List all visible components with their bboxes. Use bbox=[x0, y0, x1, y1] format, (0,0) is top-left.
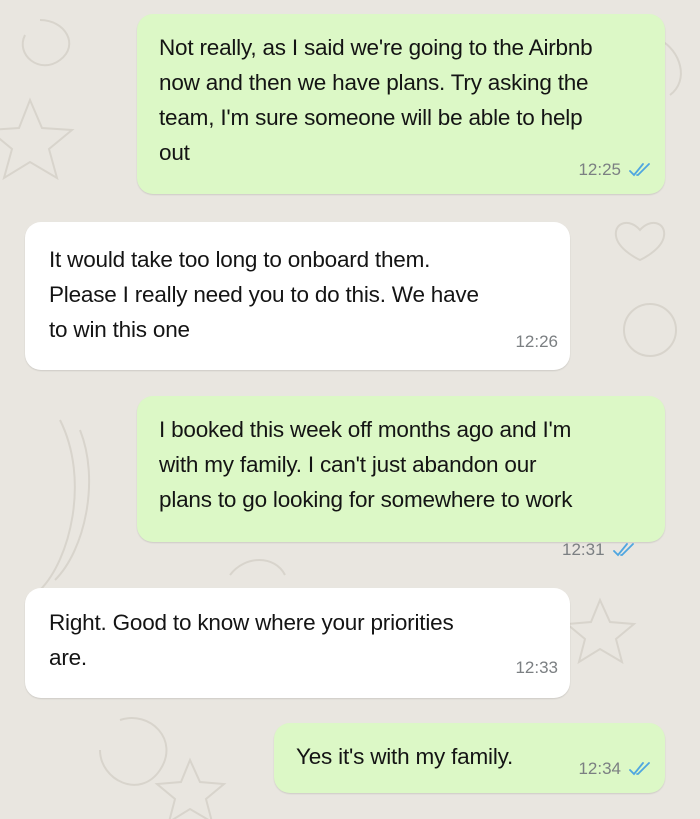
message-bubble-outgoing[interactable]: Yes it's with my family. 12:34 bbox=[274, 723, 665, 793]
message-text: It would take too long to onboard them. … bbox=[49, 247, 479, 342]
message-bubble-outgoing[interactable]: Not really, as I said we're going to the… bbox=[137, 14, 665, 194]
message-time: 12:31 bbox=[562, 540, 605, 559]
message-bubble-outgoing[interactable]: I booked this week off months ago and I'… bbox=[137, 396, 665, 542]
message-meta: 12:26 bbox=[515, 332, 558, 352]
message-text: Right. Good to know where your prioritie… bbox=[49, 610, 454, 670]
message-time: 12:34 bbox=[578, 759, 621, 778]
message-bubble-incoming[interactable]: Right. Good to know where your prioritie… bbox=[25, 588, 570, 698]
message-meta: 12:31 bbox=[562, 540, 635, 560]
message-bubble-incoming[interactable]: It would take too long to onboard them. … bbox=[25, 222, 570, 370]
message-time: 12:26 bbox=[515, 332, 558, 351]
message-time: 12:25 bbox=[578, 160, 621, 179]
message-meta: 12:33 bbox=[515, 658, 558, 678]
message-time: 12:33 bbox=[515, 658, 558, 677]
message-meta: 12:34 bbox=[578, 759, 651, 779]
double-check-read-icon bbox=[629, 163, 650, 177]
double-check-read-icon bbox=[612, 543, 634, 557]
message-text: Not really, as I said we're going to the… bbox=[159, 35, 593, 165]
message-text: Yes it's with my family. bbox=[296, 744, 514, 769]
chat-message-list: Not really, as I said we're going to the… bbox=[0, 0, 700, 819]
double-check-read-icon bbox=[629, 762, 650, 776]
message-text: I booked this week off months ago and I'… bbox=[159, 417, 573, 512]
message-meta: 12:25 bbox=[578, 160, 651, 180]
